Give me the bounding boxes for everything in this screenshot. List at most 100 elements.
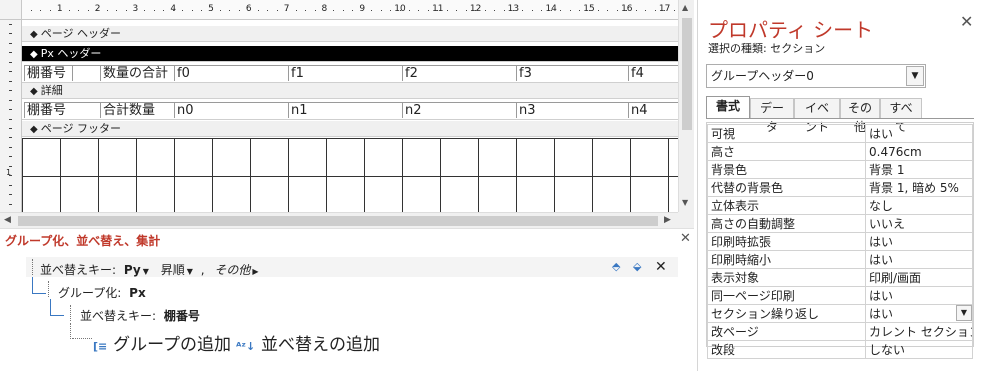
property-row[interactable]: 立体表示 なし xyxy=(707,196,973,215)
detail-field-n1[interactable]: n1 xyxy=(288,102,402,118)
detail-band[interactable]: 棚番号 合計数量 n0 n1 n2 n3 n4 xyxy=(22,100,678,120)
header-label-f2[interactable]: f2 xyxy=(402,65,516,81)
horizontal-scroll-thumb[interactable] xyxy=(18,216,658,226)
ruler-tick xyxy=(626,10,628,11)
chevron-down-icon[interactable]: ▼ xyxy=(906,66,924,86)
detail-field-n2[interactable]: n2 xyxy=(402,102,516,118)
header-label-blank[interactable] xyxy=(72,65,100,81)
detail-field-total-qty[interactable]: 合計数量 xyxy=(100,102,174,118)
property-value[interactable]: カレント セクションの前 xyxy=(865,322,973,341)
property-row[interactable]: 同一ページ印刷 はい xyxy=(707,286,973,305)
property-row[interactable]: 改段 しない xyxy=(707,340,973,359)
property-value[interactable]: はい xyxy=(865,286,973,305)
chevron-down-icon[interactable]: ▼ xyxy=(143,267,149,276)
property-row[interactable]: 印刷時縮小 はい xyxy=(707,250,973,269)
ruler-tick xyxy=(9,194,12,196)
chevron-right-icon[interactable]: ▶ xyxy=(252,267,258,276)
ruler-number: 8 xyxy=(321,4,328,14)
delete-icon[interactable]: ✕ xyxy=(655,259,667,275)
chevron-down-icon[interactable]: ▼ xyxy=(187,267,193,276)
header-label-f4[interactable]: f4 xyxy=(628,65,678,81)
property-value[interactable]: 印刷/画面 xyxy=(865,268,973,287)
drag-handle-icon[interactable] xyxy=(70,305,71,321)
property-value[interactable]: いいえ xyxy=(865,214,973,233)
detail-field-n4[interactable]: n4 xyxy=(628,102,678,118)
property-value[interactable]: はい xyxy=(865,232,973,251)
sort-az-icon: ᴬᶻ↓ xyxy=(236,340,256,353)
property-value[interactable]: はい xyxy=(865,124,973,143)
ruler-corner[interactable] xyxy=(0,0,22,20)
detail-bar[interactable]: ◆ 詳細 xyxy=(22,83,678,99)
scroll-left-icon[interactable]: ◀ xyxy=(4,215,11,225)
ruler-tick xyxy=(512,10,514,11)
scroll-up-icon[interactable]: ▲ xyxy=(682,3,688,12)
header-label-f0[interactable]: f0 xyxy=(174,65,288,81)
property-row[interactable]: 高さ 0.476cm xyxy=(707,142,973,161)
property-row[interactable]: 背景色 背景 1 xyxy=(707,160,973,179)
scroll-right-icon[interactable]: ▶ xyxy=(664,215,671,225)
detail-field-n3[interactable]: n3 xyxy=(516,102,628,118)
sort-order-dropdown[interactable]: 昇順 xyxy=(161,263,185,277)
property-value[interactable]: 0.476cm xyxy=(865,142,973,161)
object-select[interactable]: グループヘッダー0 ▼ xyxy=(706,64,926,88)
ruler-tick xyxy=(456,10,458,11)
header-label-f3[interactable]: f3 xyxy=(516,65,628,81)
group-field[interactable]: Px xyxy=(129,286,146,300)
drag-handle-icon[interactable] xyxy=(32,259,33,275)
property-name: 背景色 xyxy=(707,160,866,179)
vertical-scrollbar[interactable]: ▲ ▼ xyxy=(678,0,694,212)
property-value[interactable]: はい xyxy=(865,250,973,269)
add-group-button[interactable]: [≡ グループの追加 xyxy=(93,330,231,355)
design-canvas[interactable]: ◆ ページ ヘッダー ◆ Px ヘッダー 棚番号 数量の合計 f0 f1 f2 f3… xyxy=(22,20,678,212)
tab-data[interactable]: データ xyxy=(750,98,794,134)
horizontal-ruler: 1 2 3 4 5 6 7 8 9 10 11 12 13 14 15 16 17 xyxy=(22,0,678,20)
property-row[interactable]: 代替の背景色 背景 1, 暗め 5% xyxy=(707,178,973,197)
tab-event[interactable]: イベント xyxy=(794,98,840,134)
tree-connector xyxy=(32,277,46,294)
property-row[interactable]: 可視 はい xyxy=(707,124,973,143)
detail-field-shelf[interactable]: 棚番号 xyxy=(24,102,100,118)
more-options-link[interactable]: その他 xyxy=(214,263,250,277)
tab-all[interactable]: すべて xyxy=(880,98,922,134)
close-icon[interactable]: ✕ xyxy=(960,12,973,31)
move-down-icon[interactable]: ⬙ xyxy=(633,260,641,273)
property-value[interactable]: なし xyxy=(865,196,973,215)
header-label-total-qty[interactable]: 数量の合計 xyxy=(100,65,174,81)
px-header-band[interactable]: 棚番号 数量の合計 f0 f1 f2 f3 f4 xyxy=(22,63,678,83)
property-value[interactable]: しない xyxy=(865,340,973,359)
property-row[interactable]: 印刷時拡張 はい xyxy=(707,232,973,251)
ruler-tick xyxy=(531,10,533,11)
move-up-icon[interactable]: ⬘ xyxy=(612,260,620,273)
tab-other[interactable]: その他 xyxy=(840,98,880,134)
page-footer-grid[interactable] xyxy=(22,138,678,212)
property-value[interactable]: 背景 1 xyxy=(865,160,973,179)
report-designer[interactable]: 1 2 3 4 5 6 7 8 9 10 11 12 13 14 15 16 17 1 ◆ ページ ヘッダー ◆ P… xyxy=(0,0,694,228)
property-row[interactable]: セクション繰り返し はい ▼ xyxy=(707,304,973,323)
scroll-down-icon[interactable]: ▼ xyxy=(682,198,688,207)
property-value[interactable]: はい ▼ xyxy=(865,304,973,323)
property-value[interactable]: 背景 1, 暗め 5% xyxy=(865,178,973,197)
vertical-scroll-thumb[interactable] xyxy=(682,18,692,130)
sort-row[interactable]: 並べ替えキー: Py ▼ 昇順 ▼ , その他 ▶ xyxy=(40,261,259,278)
tab-format[interactable]: 書式 xyxy=(706,96,750,119)
add-sort-button[interactable]: ᴬᶻ↓ 並べ替えの追加 xyxy=(236,330,380,355)
drag-handle-icon[interactable] xyxy=(48,281,49,297)
px-header-bar[interactable]: ◆ Px ヘッダー xyxy=(22,46,678,62)
sort-field-dropdown[interactable]: Py xyxy=(124,263,141,277)
property-row[interactable]: 表示対象 印刷/画面 xyxy=(707,268,973,287)
inner-sort-row[interactable]: 並べ替えキー: 棚番号 xyxy=(80,307,200,324)
close-icon[interactable]: ✕ xyxy=(680,231,691,246)
ruler-tick xyxy=(427,10,429,11)
horizontal-scrollbar[interactable]: ◀ ▶ xyxy=(0,212,678,228)
page-footer-bar[interactable]: ◆ ページ フッター xyxy=(22,121,678,137)
property-row[interactable]: 改ページカレント セクションの前 xyxy=(707,322,973,341)
header-label-shelf[interactable]: 棚番号 xyxy=(24,65,72,81)
chevron-down-icon[interactable]: ▼ xyxy=(956,305,972,321)
ruler-tick xyxy=(588,10,590,11)
inner-sort-field[interactable]: 棚番号 xyxy=(164,309,200,323)
group-row[interactable]: グループ化: Px xyxy=(58,284,146,301)
page-header-bar[interactable]: ◆ ページ ヘッダー xyxy=(22,26,678,42)
header-label-f1[interactable]: f1 xyxy=(288,65,402,81)
detail-field-n0[interactable]: n0 xyxy=(174,102,288,118)
property-row[interactable]: 高さの自動調整 いいえ xyxy=(707,214,973,233)
